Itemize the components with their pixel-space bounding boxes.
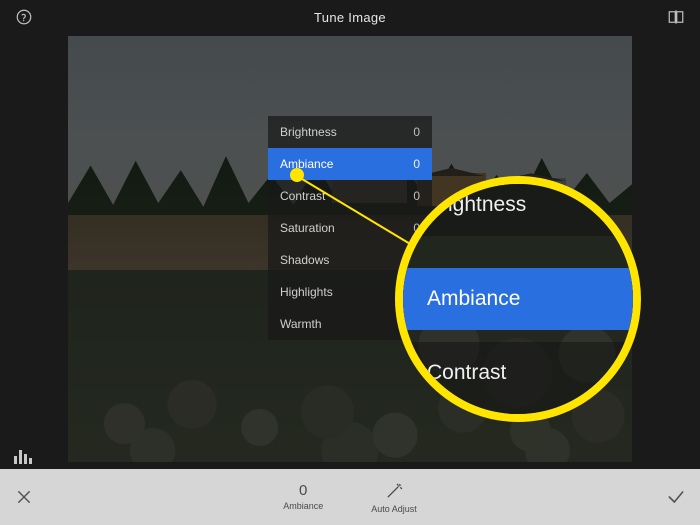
image-canvas[interactable]: Brightness 0 Ambiance 0 Contrast 0 Satur…	[68, 36, 632, 462]
adjust-value: 0	[413, 253, 420, 267]
close-icon[interactable]	[0, 469, 48, 525]
adjust-label: Highlights	[280, 285, 333, 299]
check-icon[interactable]	[652, 469, 700, 525]
adjust-value: 0	[413, 189, 420, 203]
auto-adjust-label: Auto Adjust	[371, 504, 417, 514]
adjust-row-warmth[interactable]: Warmth 0	[268, 308, 432, 340]
auto-adjust-button[interactable]: Auto Adjust	[371, 481, 417, 514]
adjust-label: Contrast	[280, 189, 325, 203]
bottom-bar: 0 Ambiance Auto Adjust	[0, 469, 700, 525]
adjust-label: Warmth	[280, 317, 322, 331]
adjust-value: 0	[413, 221, 420, 235]
adjust-label: Shadows	[280, 253, 329, 267]
adjust-label: Ambiance	[280, 157, 333, 171]
adjust-value: 0	[413, 125, 420, 139]
wand-icon	[384, 481, 404, 501]
current-label: Ambiance	[283, 501, 323, 511]
adjust-label: Saturation	[280, 221, 335, 235]
adjust-row-highlights[interactable]: Highlights 0	[268, 276, 432, 308]
histogram-icon[interactable]	[14, 446, 36, 464]
adjust-row-contrast[interactable]: Contrast 0	[268, 180, 432, 212]
compare-icon[interactable]	[662, 3, 690, 31]
adjust-row-shadows[interactable]: Shadows 0	[268, 244, 432, 276]
current-adjust-indicator[interactable]: 0 Ambiance	[283, 483, 323, 511]
adjustments-menu[interactable]: Brightness 0 Ambiance 0 Contrast 0 Satur…	[268, 116, 432, 340]
page-title: Tune Image	[0, 10, 700, 25]
adjust-row-ambiance[interactable]: Ambiance 0	[268, 148, 432, 180]
adjust-row-brightness[interactable]: Brightness 0	[268, 116, 432, 148]
top-bar: Tune Image	[0, 0, 700, 34]
adjust-row-saturation[interactable]: Saturation 0	[268, 212, 432, 244]
adjust-value: 0	[413, 317, 420, 331]
current-value: 0	[299, 483, 307, 498]
adjust-label: Brightness	[280, 125, 337, 139]
adjust-value: 0	[413, 285, 420, 299]
adjust-value: 0	[413, 157, 420, 171]
help-icon[interactable]	[10, 3, 38, 31]
